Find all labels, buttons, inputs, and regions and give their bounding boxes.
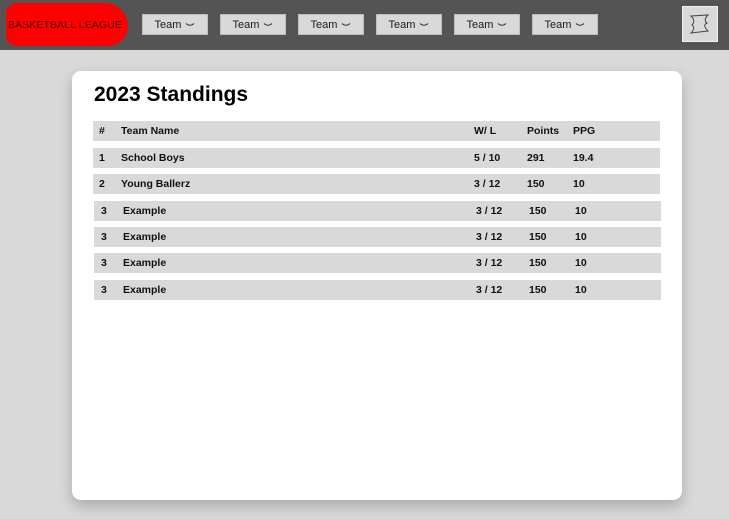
nav-team-dropdown-5[interactable]: Team [454, 14, 520, 35]
points-cell: 150 [529, 205, 547, 217]
ppg-cell: 19.4 [573, 152, 594, 164]
nav-label: Team [310, 18, 338, 31]
nav-label: Team [544, 18, 572, 31]
wl-cell: 3 / 12 [476, 205, 503, 217]
nav-team-dropdown-4[interactable]: Team [376, 14, 442, 35]
ppg-cell: 10 [575, 284, 587, 296]
profile-button[interactable] [682, 6, 718, 42]
rank-cell: 3 [101, 284, 107, 296]
nav-team-dropdown-3[interactable]: Team [298, 14, 364, 35]
nav-label: Team [154, 18, 182, 31]
table-row[interactable]: 3 Example 3 / 12 150 10 [94, 280, 661, 300]
nav-label: Team [388, 18, 416, 31]
table-row[interactable]: 2 Young Ballerz 3 / 12 150 10 [93, 174, 660, 194]
league-logo[interactable]: BASKETBALL LEAGUE [6, 3, 128, 46]
team-name-cell: Example [123, 284, 167, 296]
column-header-wl: W/ L [474, 125, 497, 137]
points-cell: 150 [529, 257, 547, 269]
rank-cell: 1 [99, 152, 105, 164]
wl-cell: 3 / 12 [476, 257, 503, 269]
column-header-team: Team Name [121, 125, 180, 137]
chevron-down-icon [186, 22, 195, 26]
rank-cell: 2 [99, 178, 105, 190]
profile-icon [689, 14, 710, 34]
standings-card: 2023 Standings # Team Name W/ L Points P… [72, 71, 682, 500]
nav-team-dropdown-1[interactable]: Team [142, 14, 208, 35]
table-row[interactable]: 3 Example 3 / 12 150 10 [94, 201, 661, 221]
points-cell: 291 [527, 152, 545, 164]
chevron-down-icon [420, 22, 429, 26]
rank-cell: 3 [101, 257, 107, 269]
chevron-down-icon [576, 22, 585, 26]
column-header-rank: # [99, 125, 105, 137]
column-header-points: Points [527, 125, 560, 137]
team-name-cell: Young Ballerz [121, 178, 191, 190]
team-name-cell: Example [123, 205, 167, 217]
table-row[interactable]: 3 Example 3 / 12 150 10 [94, 253, 661, 273]
nav-team-dropdown-2[interactable]: Team [220, 14, 286, 35]
wl-cell: 5 / 10 [474, 152, 501, 164]
table-row[interactable]: 1 School Boys 5 / 10 291 19.4 [93, 148, 660, 168]
column-header-ppg: PPG [573, 125, 596, 137]
page-title: 2023 Standings [94, 83, 249, 106]
rank-cell: 3 [101, 231, 107, 243]
chevron-down-icon [264, 22, 273, 26]
ppg-cell: 10 [575, 231, 587, 243]
nav-label: Team [232, 18, 260, 31]
ppg-cell: 10 [573, 178, 585, 190]
ppg-cell: 10 [575, 257, 587, 269]
wl-cell: 3 / 12 [476, 231, 503, 243]
table-row[interactable]: 3 Example 3 / 12 150 10 [94, 227, 661, 247]
wl-cell: 3 / 12 [476, 284, 503, 296]
team-name-cell: Example [123, 231, 167, 243]
top-nav-bar: BASKETBALL LEAGUE Team Team Team Team Te… [0, 0, 729, 50]
table-header-row: # Team Name W/ L Points PPG [93, 121, 660, 141]
nav-team-dropdown-6[interactable]: Team [532, 14, 598, 35]
points-cell: 150 [527, 178, 545, 190]
rank-cell: 3 [101, 205, 107, 217]
team-name-cell: School Boys [121, 152, 185, 164]
team-name-cell: Example [123, 257, 167, 269]
chevron-down-icon [498, 22, 507, 26]
points-cell: 150 [529, 231, 547, 243]
points-cell: 150 [529, 284, 547, 296]
wl-cell: 3 / 12 [474, 178, 501, 190]
chevron-down-icon [342, 22, 351, 26]
nav-label: Team [466, 18, 494, 31]
ppg-cell: 10 [575, 205, 587, 217]
logo-text: BASKETBALL LEAGUE [8, 18, 122, 31]
